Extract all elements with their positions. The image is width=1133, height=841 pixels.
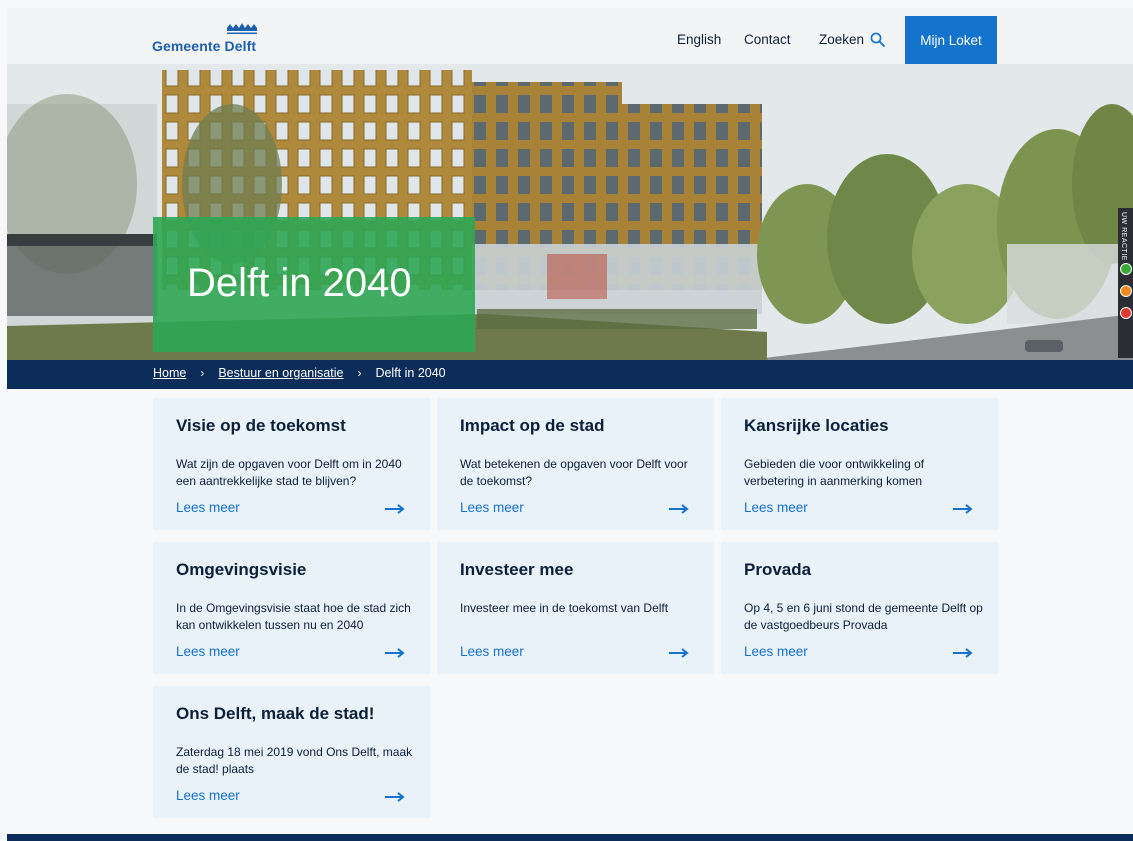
card-impact-op-de-stad[interactable]: Impact op de stad Wat betekenen de opgav… [437, 398, 714, 530]
arrow-right-icon[interactable] [385, 792, 405, 802]
card-provada[interactable]: Provada Op 4, 5 en 6 juni stond de gemee… [721, 542, 998, 674]
breadcrumb-separator: › [200, 366, 205, 380]
card-description: Wat betekenen de opgaven voor Delft voor… [460, 457, 688, 488]
card-read-more-link[interactable]: Lees meer [744, 500, 808, 515]
card-read-more-link[interactable]: Lees meer [460, 644, 524, 659]
mijn-loket-button[interactable]: Mijn Loket [905, 16, 997, 64]
nav-contact-link[interactable]: Contact [744, 32, 791, 47]
logo-crown-icon [227, 23, 257, 34]
arrow-right-icon[interactable] [953, 648, 973, 658]
card-ons-delft[interactable]: Ons Delft, maak de stad! Zaterdag 18 mei… [153, 686, 430, 818]
arrow-right-icon[interactable] [669, 504, 689, 514]
card-read-more-link[interactable]: Lees meer [744, 644, 808, 659]
hero-banner: Delft in 2040 UW REACTIE [7, 64, 1133, 360]
feedback-positive-icon[interactable] [1120, 263, 1132, 275]
feedback-neutral-icon[interactable] [1120, 285, 1132, 297]
card-title: Impact op de stad [460, 416, 605, 435]
card-description: In de Omgevingsvisie staat hoe de stad z… [176, 601, 411, 632]
card-read-more-link[interactable]: Lees meer [176, 644, 240, 659]
nav-search-label: Zoeken [819, 32, 865, 47]
card-kansrijke-locaties[interactable]: Kansrijke locaties Gebieden die voor ont… [721, 398, 998, 530]
feedback-negative-icon[interactable] [1120, 307, 1132, 319]
hero-title-box: Delft in 2040 [153, 217, 475, 352]
card-omgevingsvisie[interactable]: Omgevingsvisie In de Omgevingsvisie staa… [153, 542, 430, 674]
site-logo[interactable]: Gemeente Delft [152, 22, 262, 58]
card-title: Omgevingsvisie [176, 560, 307, 579]
search-icon [870, 32, 885, 47]
card-description: Gebieden die voor ontwikkeling of verbet… [744, 457, 925, 488]
card-title: Provada [744, 560, 812, 579]
breadcrumb-parent-link[interactable]: Bestuur en organisatie [218, 366, 343, 380]
card-investeer-mee[interactable]: Investeer mee Investeer mee in de toekom… [437, 542, 714, 674]
card-description: Op 4, 5 en 6 juni stond de gemeente Delf… [744, 601, 983, 632]
card-read-more-link[interactable]: Lees meer [460, 500, 524, 515]
card-description: Zaterdag 18 mei 2019 vond Ons Delft, maa… [176, 745, 413, 776]
arrow-right-icon[interactable] [385, 504, 405, 514]
breadcrumb-home-link[interactable]: Home [153, 366, 186, 380]
logo-text: Gemeente Delft [152, 38, 257, 54]
card-description: Wat zijn de opgaven voor Delft om in 204… [176, 457, 402, 488]
arrow-right-icon[interactable] [669, 648, 689, 658]
card-title: Visie op de toekomst [176, 416, 346, 435]
card-title: Investeer mee [460, 560, 574, 579]
hero-title: Delft in 2040 [187, 261, 412, 305]
card-title: Kansrijke locaties [744, 416, 889, 435]
breadcrumb: Home › Bestuur en organisatie › Delft in… [153, 366, 446, 380]
nav-search-link[interactable]: Zoeken [819, 32, 885, 47]
card-description: Investeer mee in de toekomst van Delft [460, 601, 669, 615]
breadcrumb-current: Delft in 2040 [375, 366, 446, 380]
breadcrumb-bar: Home › Bestuur en organisatie › Delft in… [7, 360, 1133, 389]
card-title: Ons Delft, maak de stad! [176, 704, 375, 723]
feedback-widget-label: UW REACTIE [1120, 212, 1127, 261]
breadcrumb-separator: › [357, 366, 362, 380]
arrow-right-icon[interactable] [953, 504, 973, 514]
arrow-right-icon[interactable] [385, 648, 405, 658]
feedback-widget[interactable]: UW REACTIE [1118, 208, 1133, 358]
card-read-more-link[interactable]: Lees meer [176, 788, 240, 803]
card-read-more-link[interactable]: Lees meer [176, 500, 240, 515]
nav-english-link[interactable]: English [677, 32, 721, 47]
site-header: Gemeente Delft English Contact Zoeken Mi… [7, 8, 1133, 64]
footer-bar [7, 834, 1133, 841]
card-visie-op-de-toekomst[interactable]: Visie op de toekomst Wat zijn de opgaven… [153, 398, 430, 530]
